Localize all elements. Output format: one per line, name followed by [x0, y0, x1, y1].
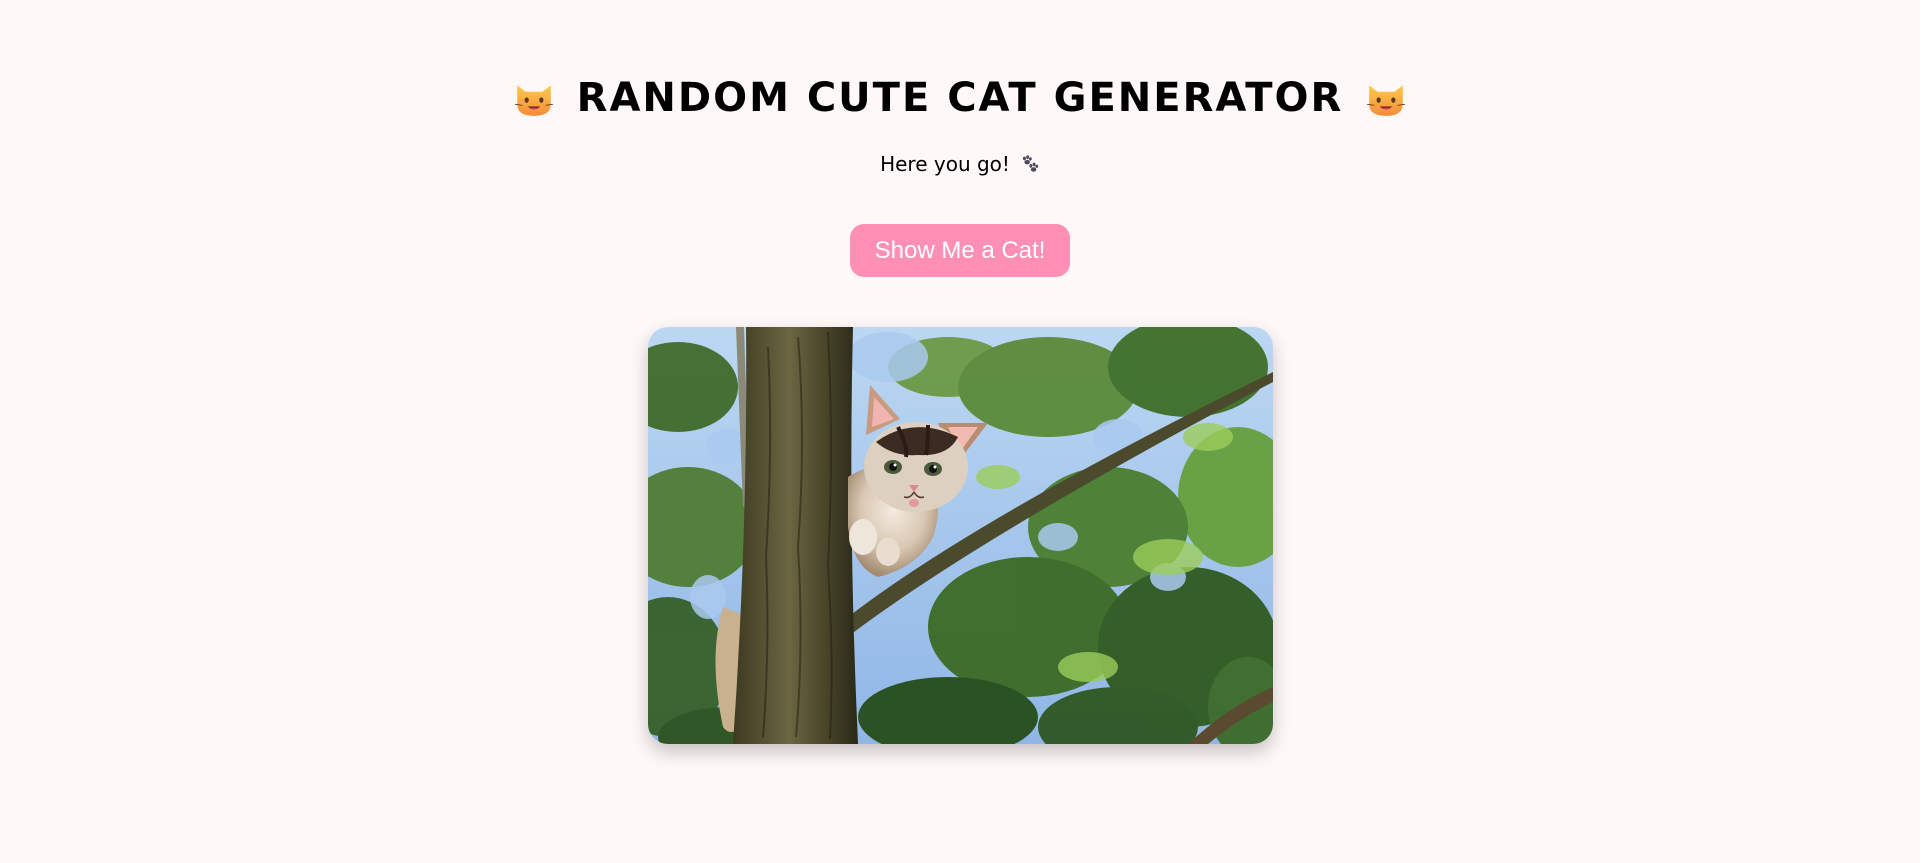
cat-face-icon: [514, 85, 553, 116]
cat-photo: [648, 327, 1273, 744]
page-title: RANDOM CUTE CAT GENERATOR: [576, 75, 1344, 121]
kitten-in-tree-image: [648, 327, 1273, 744]
header: RANDOM CUTE CAT GENERATOR: [0, 70, 1920, 126]
page: RANDOM CUTE CAT GENERATOR Here you go! S…: [0, 0, 1920, 863]
status-message-row: Here you go!: [0, 152, 1920, 176]
cat-face-icon: [1367, 85, 1406, 116]
show-cat-button[interactable]: Show Me a Cat!: [850, 224, 1070, 277]
status-message: Here you go!: [880, 152, 1010, 176]
paw-prints-icon: [1022, 155, 1039, 172]
